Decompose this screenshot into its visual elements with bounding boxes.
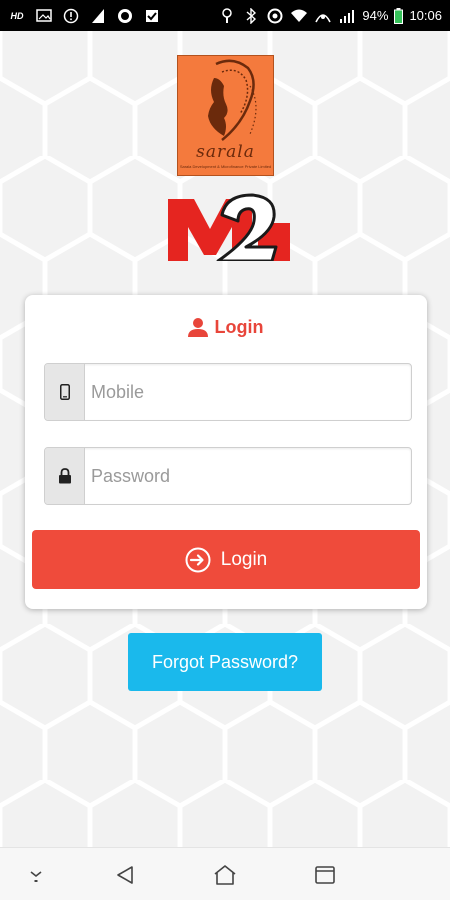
data-icon [266,8,284,24]
signal-icon [89,8,107,24]
sarala-logo: sarala Sarala Development & Microfinance… [177,55,274,176]
lte-icon [314,8,332,24]
mobile-phone-icon [59,384,70,400]
m2-logo: M2 [168,193,290,261]
password-field[interactable] [44,447,412,505]
back-icon[interactable] [108,858,142,892]
image-icon [35,8,53,24]
hd-icon: HD [10,10,24,21]
battery-icon [394,7,404,24]
navigation-bar [0,847,450,900]
flag-icon [218,7,236,24]
sarala-name: sarala [196,142,255,162]
password-input[interactable] [85,448,411,504]
home-icon[interactable] [208,858,242,892]
clock: 10:06 [409,8,442,23]
login-button[interactable]: Login [32,530,420,589]
user-icon [187,318,208,337]
check-icon [143,8,161,24]
recents-icon[interactable] [308,858,342,892]
cell-signal-icon [338,8,356,24]
record-icon [116,8,134,24]
mobile-input[interactable] [85,364,411,420]
login-title-text: Login [214,316,264,337]
password-addon [45,448,85,504]
alert-icon [62,8,80,24]
login-button-label: Login [220,548,268,570]
battery-percentage: 94% [362,8,389,23]
sign-in-icon [185,547,211,572]
wifi-icon [290,8,308,24]
mobile-field[interactable] [44,363,412,421]
status-right-icons: 94% 10:06 [218,7,442,24]
status-left-icons: HD [8,8,161,24]
status-bar: HD 94% 10:06 [0,0,450,31]
down-icon[interactable] [19,858,53,892]
login-title: Login [0,312,450,342]
sarala-subtitle: Sarala Development & Microfinance Privat… [179,164,272,169]
lock-icon [58,468,71,484]
mobile-addon [45,364,85,420]
bluetooth-icon [242,7,260,24]
forgot-password-button[interactable]: Forgot Password? [128,633,322,691]
